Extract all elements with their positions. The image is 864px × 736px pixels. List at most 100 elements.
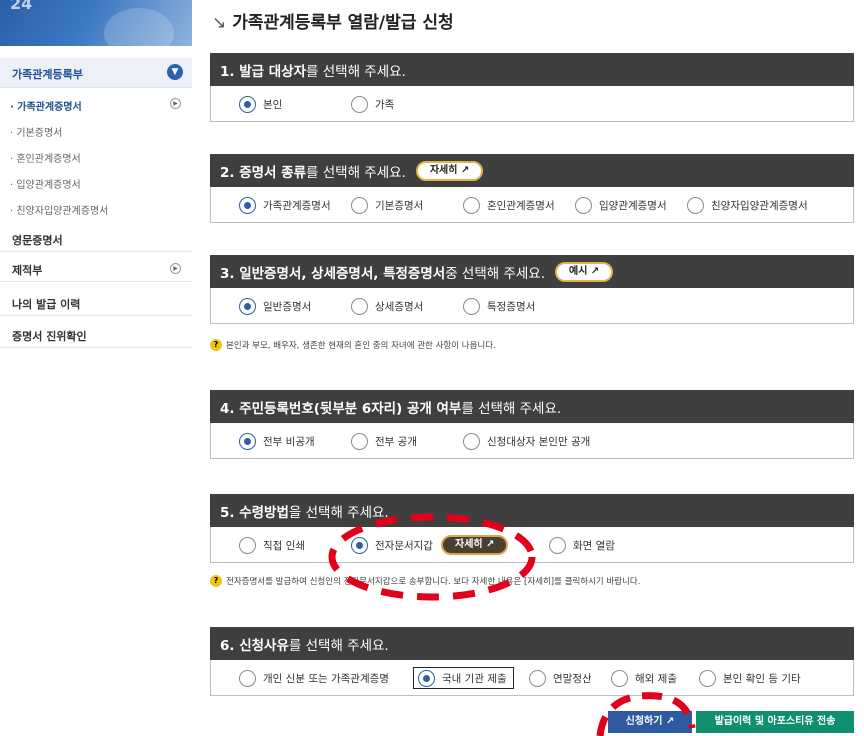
section-options: 본인 가족 [210, 86, 854, 122]
radio-detailed-certificate[interactable]: 상세증명서 [351, 297, 423, 315]
radio-dot[interactable] [239, 669, 256, 687]
radio-all-private[interactable]: 전부 비공개 [239, 432, 315, 450]
sidebar-item-verify-certificate[interactable]: 증명서 진위확인 [0, 322, 192, 348]
sidebar-item-marriage-certificate[interactable]: · 혼인관계증명서 [10, 150, 81, 165]
radio-dot[interactable] [239, 536, 256, 554]
radio-label: 입양관계증명서 [599, 199, 667, 212]
radio-dot[interactable] [351, 196, 368, 214]
help-question-icon: ? [210, 339, 222, 351]
sidebar-item-family-certificate[interactable]: · 가족관계증명서 ▶ [10, 98, 181, 113]
radio-dot[interactable] [239, 297, 256, 315]
radio-general-certificate[interactable]: 일반증명서 [239, 297, 311, 315]
radio-dot[interactable] [699, 669, 716, 687]
sidebar-item-label: 증명서 진위확인 [12, 330, 87, 343]
radio-dot[interactable] [463, 297, 480, 315]
sidebar-item-basic-certificate[interactable]: · 기본증명서 [10, 124, 62, 139]
details-button[interactable]: 자세히 ↗ [415, 160, 484, 181]
radio-dot[interactable] [351, 297, 368, 315]
banner-text: 24 [10, 0, 33, 13]
radio-specific-certificate[interactable]: 특정증명서 [463, 297, 535, 315]
radio-label: 국내 기관 제출 [442, 672, 507, 685]
radio-dot[interactable] [575, 196, 592, 214]
radio-dot[interactable] [529, 669, 546, 687]
section-title-strong: 4. 주민등록번호(뒷부분 6자리) 공개 여부 [220, 400, 462, 417]
radio-dot[interactable] [351, 95, 368, 113]
apply-button[interactable]: 신청하기 ↗ [608, 711, 692, 733]
section-options: 가족관계증명서 기본증명서 혼인관계증명서 입양관계증명서 친양자입양관계증명서 [210, 187, 854, 223]
radio-direct-print[interactable]: 직접 인쇄 [239, 536, 305, 554]
sidebar-item-removal-register[interactable]: 제적부 ▶ [0, 256, 192, 282]
title-mark-icon: ↘ [212, 13, 227, 33]
radio-other-identity[interactable]: 본인 확인 등 기타 [699, 669, 801, 687]
e-wallet-details-button[interactable]: 자세히 ↗ [441, 535, 509, 555]
sidebar-item-full-adoption-certificate[interactable]: · 친양자입양관계증명서 [10, 202, 108, 217]
section-header: 3. 일반증명서, 상세증명서, 특정증명서 중 선택해 주세요. 예시 ↗ [210, 255, 854, 288]
sidebar-group-label: 가족관계등록부 [12, 68, 83, 81]
send-history-apostille-button[interactable]: 발급이력 및 아포스티유 전송 [696, 711, 854, 733]
radio-family-certificate[interactable]: 가족관계증명서 [239, 196, 331, 214]
radio-label: 해외 제출 [635, 672, 677, 685]
radio-adoption-certificate[interactable]: 입양관계증명서 [575, 196, 667, 214]
section-title-strong: 6. 신청사유 [220, 637, 289, 654]
radio-self[interactable]: 본인 [239, 95, 282, 113]
banner-decoration [104, 8, 174, 46]
radio-dot[interactable] [239, 432, 256, 450]
radio-identity-family[interactable]: 개인 신분 또는 가족관계증명 [239, 669, 389, 687]
radio-dot[interactable] [351, 536, 368, 554]
sidebar-banner-image: 24 [0, 0, 192, 46]
sidebar-group-family-register[interactable]: 가족관계등록부 ▼ [0, 58, 192, 88]
send-button-label: 발급이력 및 아포스티유 전송 [714, 716, 836, 727]
radio-e-wallet[interactable]: 전자문서지갑 [351, 536, 433, 554]
page-title-text: 가족관계등록부 열람/발급 신청 [232, 13, 454, 33]
section-title-strong: 5. 수령방법 [220, 504, 289, 521]
radio-dot[interactable] [351, 432, 368, 450]
example-button[interactable]: 예시 ↗ [555, 261, 614, 282]
radio-dot[interactable] [549, 536, 566, 554]
play-circle-icon: ▶ [170, 263, 181, 274]
sidebar-item-adoption-certificate[interactable]: · 입양관계증명서 [10, 176, 81, 191]
radio-dot[interactable] [611, 669, 628, 687]
sidebar-item-english-certificate[interactable]: 영문증명서 [0, 226, 192, 252]
radio-label: 연말정산 [553, 672, 592, 685]
radio-year-end-settlement[interactable]: 연말정산 [529, 669, 592, 687]
section-header: 1. 발급 대상자 를 선택해 주세요. [210, 53, 854, 86]
radio-screen-view[interactable]: 화면 열람 [549, 536, 615, 554]
radio-marriage-certificate[interactable]: 혼인관계증명서 [463, 196, 555, 214]
sidebar-item-label: 제적부 [12, 264, 43, 277]
radio-family[interactable]: 가족 [351, 95, 394, 113]
radio-overseas-submission[interactable]: 해외 제출 [611, 669, 677, 687]
radio-basic-certificate[interactable]: 기본증명서 [351, 196, 423, 214]
radio-dot[interactable] [239, 95, 256, 113]
section-title-rest: 를 선택해 주세요. [288, 637, 389, 654]
radio-full-adoption-certificate[interactable]: 친양자입양관계증명서 [687, 196, 808, 214]
radio-all-public[interactable]: 전부 공개 [351, 432, 417, 450]
radio-dot[interactable] [239, 196, 256, 214]
section-title-strong: 1. 발급 대상자 [220, 63, 307, 80]
radio-label: 개인 신분 또는 가족관계증명 [263, 672, 389, 685]
radio-dot[interactable] [418, 669, 435, 687]
sidebar-item-label: · 혼인관계증명서 [10, 154, 81, 165]
radio-applicant-only-public[interactable]: 신청대상자 본인만 공개 [463, 432, 590, 450]
radio-dot[interactable] [463, 196, 480, 214]
radio-label: 본인 확인 등 기타 [723, 672, 801, 685]
sidebar-item-my-history[interactable]: 나의 발급 이력 [0, 290, 192, 316]
section-receive-method: 5. 수령방법 을 선택해 주세요. 직접 인쇄 전자문서지갑 자세히 ↗ 화면 … [210, 494, 854, 563]
radio-label: 일반증명서 [263, 300, 312, 313]
sidebar-item-label: · 기본증명서 [10, 128, 63, 139]
section-rrn-disclosure: 4. 주민등록번호(뒷부분 6자리) 공개 여부 를 선택해 주세요. 전부 비공… [210, 390, 854, 459]
section-options: 직접 인쇄 전자문서지갑 자세히 ↗ 화면 열람 [210, 527, 854, 563]
radio-dot[interactable] [687, 196, 704, 214]
radio-label: 친양자입양관계증명서 [711, 199, 808, 212]
radio-label: 전부 공개 [375, 435, 417, 448]
help-note-scope: ? 본인과 부모, 배우자, 생존한 현재의 혼인 중의 자녀에 관한 사항이 나… [210, 339, 496, 351]
help-question-icon: ? [210, 575, 222, 587]
section-title-rest: 중 선택해 주세요. [445, 265, 546, 282]
section-reason: 6. 신청사유 를 선택해 주세요. 개인 신분 또는 가족관계증명 국내 기관 … [210, 627, 854, 696]
sidebar-item-label: · 입양관계증명서 [10, 180, 81, 191]
radio-label: 가족관계증명서 [263, 199, 331, 212]
chevron-down-icon[interactable]: ▼ [167, 64, 183, 80]
radio-domestic-submission[interactable]: 국내 기관 제출 [413, 667, 514, 689]
section-header: 2. 증명서 종류 를 선택해 주세요. 자세히 ↗ [210, 154, 854, 187]
radio-dot[interactable] [463, 432, 480, 450]
section-title-rest: 를 선택해 주세요. [461, 400, 562, 417]
